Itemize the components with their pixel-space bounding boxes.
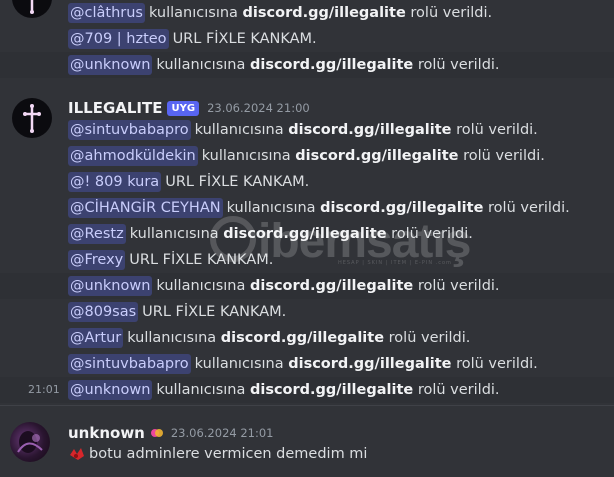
message-timestamp: 23.06.2024 21:01 [170,426,274,440]
user-mention[interactable]: @! 809 kura [68,172,162,192]
invite-link: discord.gg/illegalite [249,278,414,294]
user-mention[interactable]: @709 | hzteo [68,29,169,49]
message-text: kullanıcısına [226,200,316,216]
invite-link: discord.gg/illegalite [320,200,484,216]
invite-link: discord.gg/illegalite [249,382,414,398]
message-text: rolü verildi. [488,200,570,216]
message-header: ILLEGALITE UYG 23.06.2024 21:00 [68,99,310,117]
message-text: rolü verildi. [456,356,538,372]
message-text: botu adminlere vermicen demedim mi [89,446,368,462]
message-line: @! 809 kura URL FİXLE KANKAM. [0,169,614,195]
message-line: @clâthrus kullanıcısına discord.gg/illeg… [0,0,614,26]
username[interactable]: ILLEGALITE [68,99,162,117]
message-line: @809sas URL FİXLE KANKAM. [0,299,614,325]
hover-timestamp: 21:01 [28,383,60,396]
message-line: @unknown kullanıcısına discord.gg/illega… [0,52,614,78]
message-text: rolü verildi. [417,278,500,294]
app-badge: UYG [167,100,200,116]
message-text: URL FİXLE KANKAM. [165,174,310,190]
message-text: rolü verildi. [388,330,471,346]
emoji-icon [70,448,84,460]
message-text: rolü verildi. [410,5,493,21]
message-timestamp: 23.06.2024 21:00 [207,101,310,115]
message-text: kullanıcısına [156,382,246,398]
nitro-badge-icon [150,429,163,437]
user-mention[interactable]: @Frexy [68,250,126,270]
message-text: kullanıcısına [127,330,217,346]
message-text: kullanıcısına [194,122,284,138]
user-mention[interactable]: @809sas [68,302,139,322]
username[interactable]: unknown [68,424,145,442]
invite-link: discord.gg/illegalite [223,226,387,242]
message-line: @709 | hzteo URL FİXLE KANKAM. [0,26,614,52]
user-mention[interactable]: @ahmodküldekin [68,146,198,166]
user-mention[interactable]: @clâthrus [68,3,145,23]
invite-link: discord.gg/illegalite [295,148,459,164]
message-text: rolü verildi. [417,57,500,73]
message-text: kullanıcısına [201,148,291,164]
user-mention[interactable]: @unknown [68,55,153,75]
avatar-unknown[interactable] [10,422,50,462]
user-mention[interactable]: @unknown [68,276,153,296]
user-mention[interactable]: @Restz [68,224,126,244]
message-text: kullanıcısına [156,278,246,294]
invite-link: discord.gg/illegalite [288,122,452,138]
user-mention[interactable]: @unknown [68,380,153,400]
chat-messages: @clâthrus kullanıcısına discord.gg/illeg… [0,0,614,477]
invite-link: discord.gg/illegalite [288,356,452,372]
message-text: kullanıcısına [156,57,246,73]
user-mention[interactable]: @sintuvbabapro [68,354,191,374]
message-text: URL FİXLE KANKAM. [129,252,274,268]
message-line: @ahmodküldekin kullanıcısına discord.gg/… [0,143,614,169]
message-line: @sintuvbabapro kullanıcısına discord.gg/… [0,117,614,143]
message-text: kullanıcısına [129,226,219,242]
message-text: kullanıcısına [194,356,284,372]
message-line: botu adminlere vermicen demedim mi [68,445,367,463]
message-text: rolü verildi. [456,122,538,138]
message-line: @unknown kullanıcısına discord.gg/illega… [0,273,614,299]
message-line: @Frexy URL FİXLE KANKAM. [0,247,614,273]
message-header: unknown 23.06.2024 21:01 [68,424,274,442]
message-text: URL FİXLE KANKAM. [142,304,287,320]
message-text: rolü verildi. [417,382,500,398]
user-mention[interactable]: @Artur [68,328,124,348]
message-text: URL FİXLE KANKAM. [172,31,317,47]
message-text: rolü verildi. [463,148,545,164]
invite-link: discord.gg/illegalite [242,5,406,21]
message-line: @Artur kullanıcısına discord.gg/illegali… [0,325,614,351]
message-text: kullanıcısına [148,5,238,21]
message-line: @Restz kullanıcısına discord.gg/illegali… [0,221,614,247]
message-line: 21:01 @unknown kullanıcısına discord.gg/… [0,377,614,403]
user-mention[interactable]: @sintuvbabapro [68,120,191,140]
user-mention[interactable]: @CİHANGİR CEYHAN [68,198,223,218]
message-line: @sintuvbabapro kullanıcısına discord.gg/… [0,351,614,377]
message-text: rolü verildi. [391,226,473,242]
invite-link: discord.gg/illegalite [249,57,414,73]
divider [0,405,614,406]
avatar-image-icon [17,431,43,453]
invite-link: discord.gg/illegalite [220,330,385,346]
message-line: @CİHANGİR CEYHAN kullanıcısına discord.g… [0,195,614,221]
